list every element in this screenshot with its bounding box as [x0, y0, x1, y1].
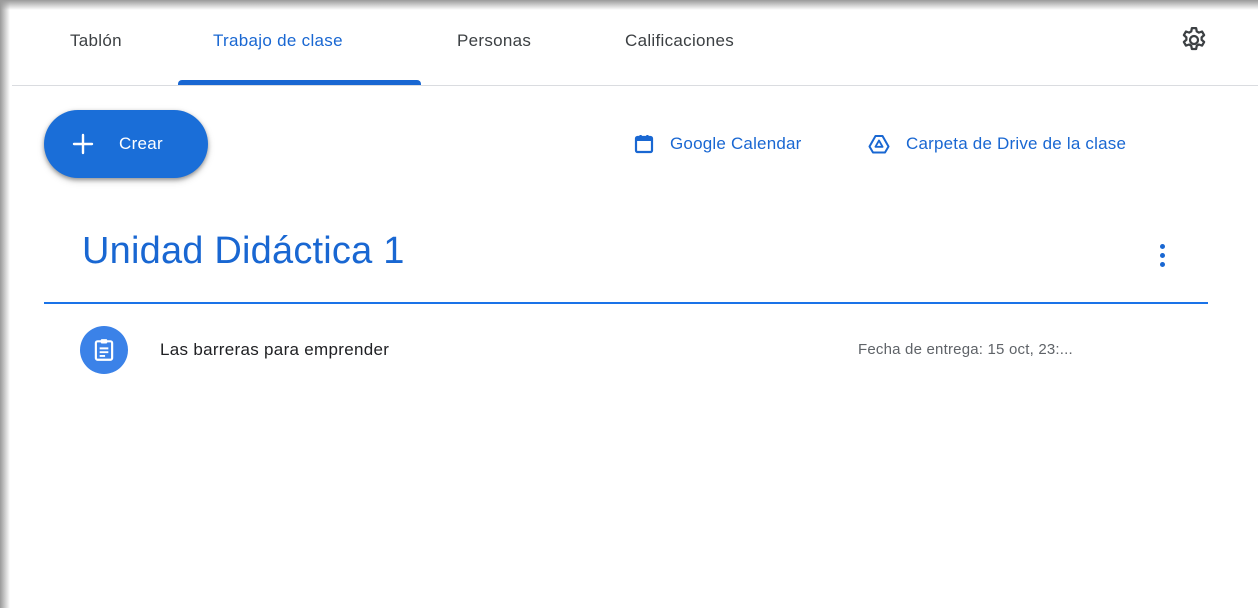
- menu-dot: [1159, 252, 1165, 258]
- tab-bar: Tablón Trabajo de clase Personas Calific…: [12, 10, 1258, 86]
- assignment-row[interactable]: Las barreras para emprender Fecha de ent…: [44, 310, 1208, 390]
- menu-dot: [1159, 261, 1165, 267]
- google-calendar-label: Google Calendar: [670, 134, 802, 153]
- google-calendar-link[interactable]: Google Calendar: [634, 128, 802, 160]
- drive-folder-label: Carpeta de Drive de la clase: [906, 134, 1127, 153]
- drive-folder-link[interactable]: Carpeta de Drive de la clase: [868, 128, 1126, 160]
- topic-title: Unidad Didáctica 1: [82, 230, 405, 272]
- topic-divider: [44, 302, 1208, 304]
- assignment-due-date: Fecha de entrega: 15 oct, 23:...: [858, 341, 1073, 358]
- classroom-page: Tablón Trabajo de clase Personas Calific…: [0, 0, 1258, 608]
- tab-grades[interactable]: Calificaciones: [625, 10, 734, 85]
- plus-icon: [72, 133, 94, 155]
- active-tab-indicator: [178, 80, 421, 85]
- create-button-label: Crear: [119, 134, 164, 153]
- menu-dot: [1159, 243, 1165, 249]
- tab-people[interactable]: Personas: [457, 10, 531, 85]
- tab-tablon[interactable]: Tablón: [70, 10, 122, 85]
- create-button[interactable]: Crear: [44, 110, 208, 178]
- calendar-icon: [634, 135, 654, 154]
- assignment-title: Las barreras para emprender: [160, 340, 390, 359]
- gear-icon[interactable]: [1176, 22, 1212, 58]
- more-vert-icon[interactable]: [1150, 238, 1174, 272]
- assignment-icon: [80, 326, 128, 374]
- window-shadow: [0, 0, 10, 608]
- window-shadow: [0, 0, 1258, 10]
- drive-icon: [868, 135, 890, 154]
- tab-classwork[interactable]: Trabajo de clase: [213, 10, 343, 85]
